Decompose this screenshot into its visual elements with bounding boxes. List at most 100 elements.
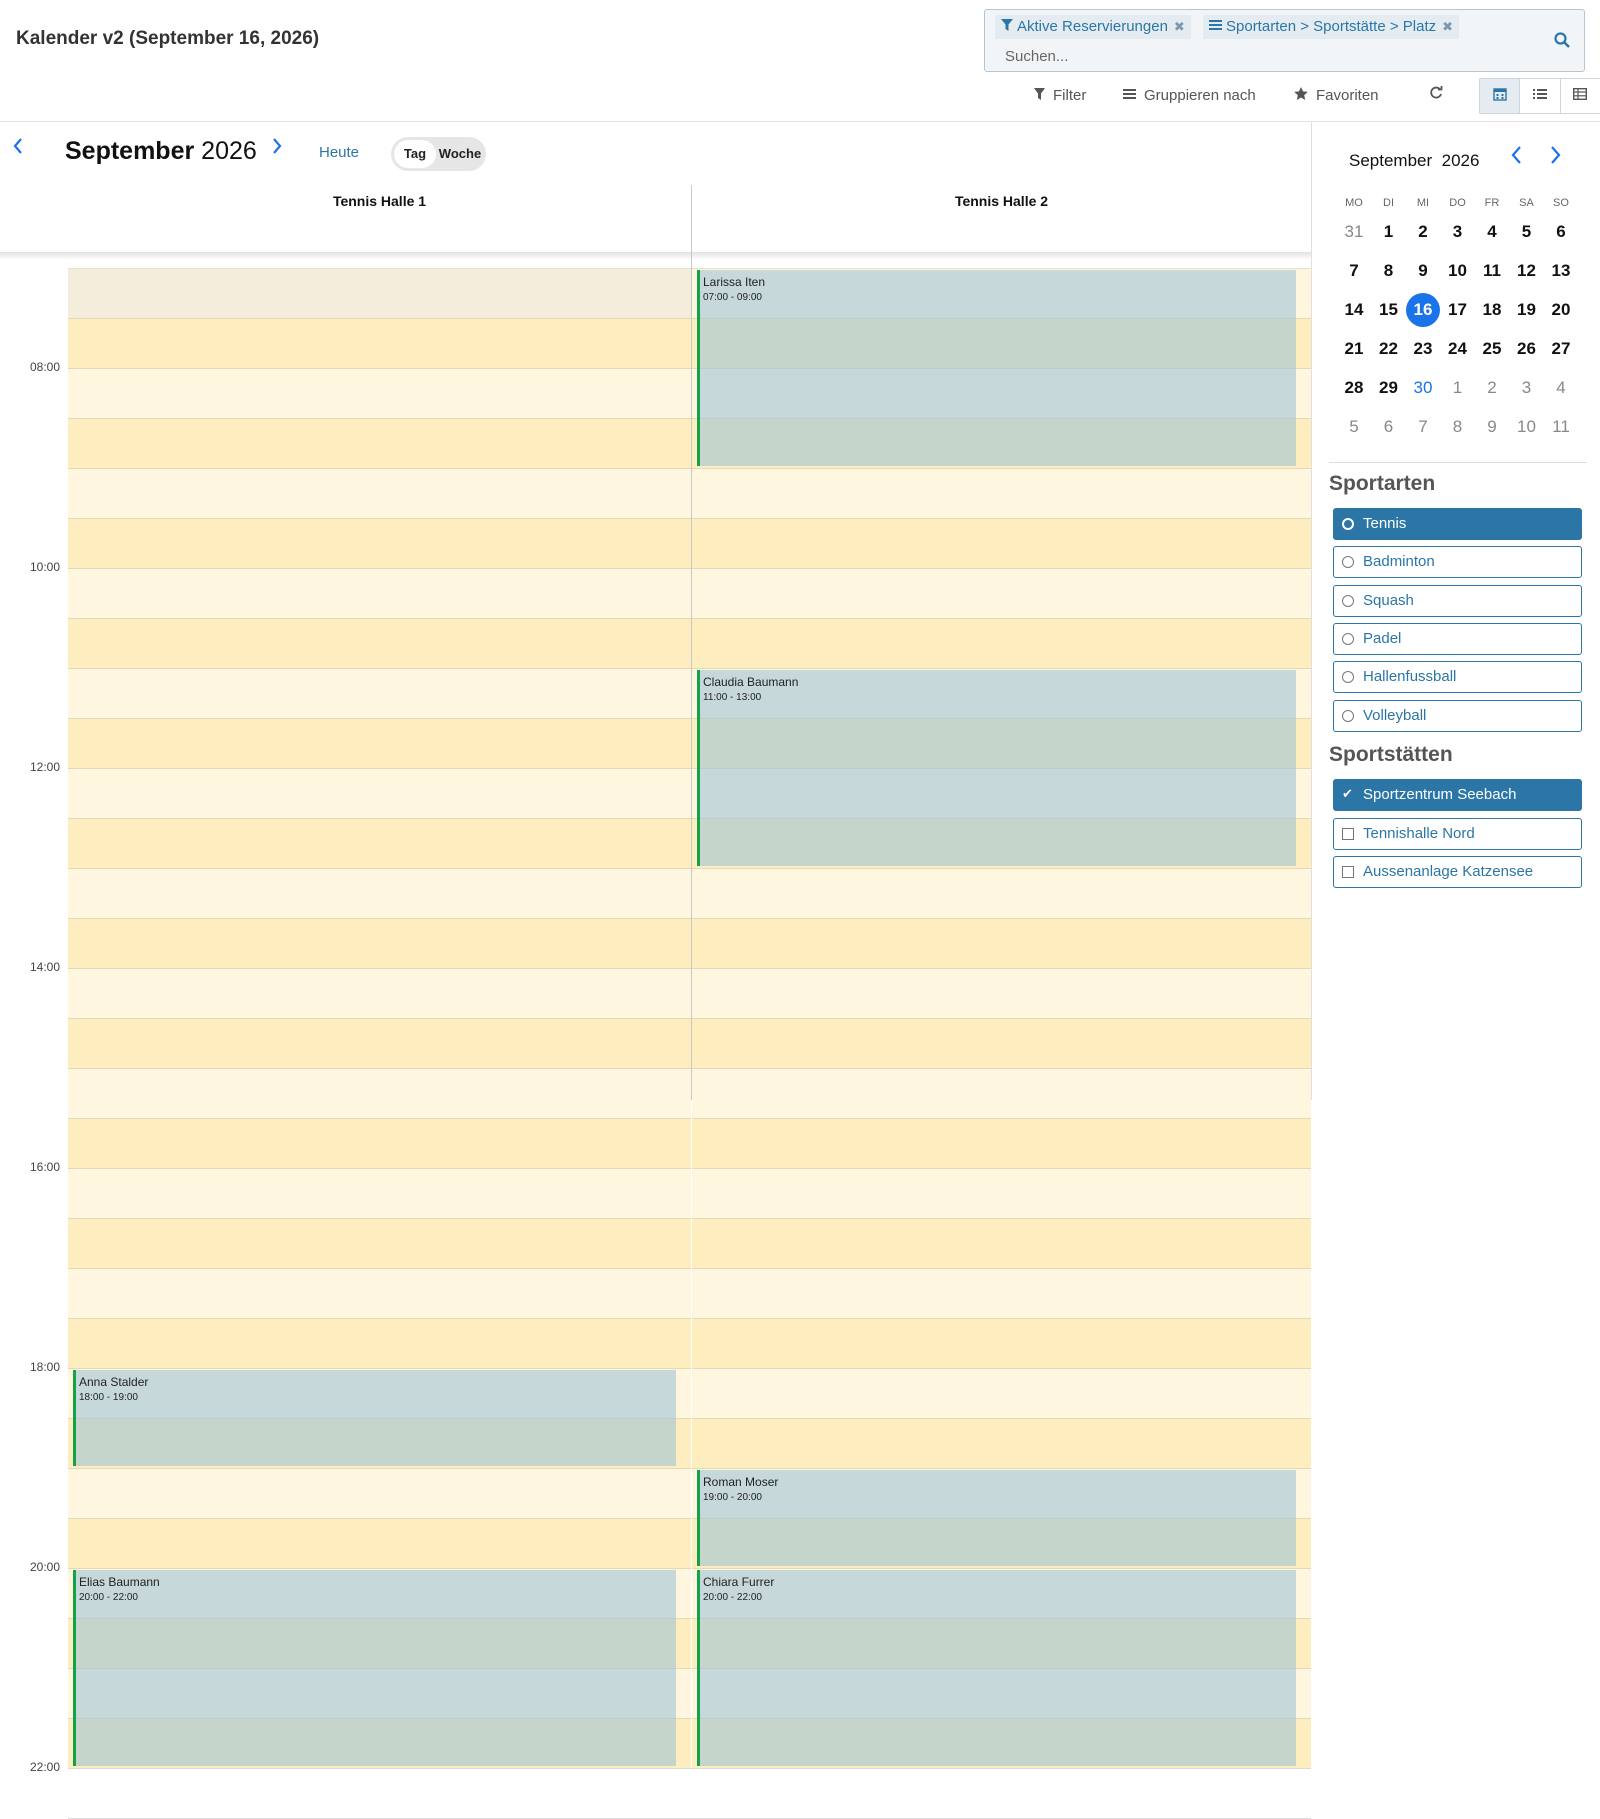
sportart-option[interactable]: Badminton bbox=[1333, 546, 1582, 579]
time-slot[interactable] bbox=[68, 268, 691, 318]
time-slot[interactable] bbox=[692, 1168, 1311, 1218]
time-slot[interactable] bbox=[692, 1018, 1311, 1068]
mini-calendar-day[interactable]: 8 bbox=[1372, 254, 1406, 288]
mini-calendar-day[interactable]: 6 bbox=[1372, 410, 1406, 444]
sportart-option[interactable]: Hallenfussball bbox=[1333, 661, 1582, 694]
mini-calendar-day[interactable]: 19 bbox=[1510, 293, 1544, 327]
sportstaette-option[interactable]: Tennishalle Nord bbox=[1333, 817, 1582, 850]
mini-calendar-day[interactable]: 4 bbox=[1475, 215, 1509, 249]
previous-arrow-icon[interactable] bbox=[13, 138, 29, 158]
mini-calendar-day[interactable]: 9 bbox=[1475, 410, 1509, 444]
mini-calendar-day[interactable]: 7 bbox=[1337, 254, 1371, 288]
event-card[interactable]: Roman Moser 19:00 - 20:00 bbox=[697, 1470, 1296, 1566]
time-slot[interactable] bbox=[692, 868, 1311, 918]
time-slot[interactable] bbox=[68, 318, 691, 368]
mini-calendar-day[interactable]: 3 bbox=[1510, 371, 1544, 405]
mini-calendar-day[interactable]: 2 bbox=[1475, 371, 1509, 405]
mini-calendar-day[interactable]: 9 bbox=[1406, 254, 1440, 288]
today-button[interactable]: Heute bbox=[319, 144, 359, 161]
event-card[interactable]: Claudia Baumann 11:00 - 13:00 bbox=[697, 670, 1296, 866]
time-slot[interactable] bbox=[68, 668, 691, 718]
time-slot[interactable] bbox=[68, 518, 691, 568]
mini-calendar-day[interactable]: 13 bbox=[1544, 254, 1578, 288]
mini-calendar-day[interactable]: 6 bbox=[1544, 215, 1578, 249]
time-slot[interactable] bbox=[692, 1368, 1311, 1418]
mini-calendar-day[interactable]: 30 bbox=[1406, 371, 1440, 405]
time-slot[interactable] bbox=[692, 918, 1311, 968]
sportstaette-option[interactable]: Aussenanlage Katzensee bbox=[1333, 856, 1582, 888]
time-slot[interactable] bbox=[68, 1118, 691, 1168]
time-slot[interactable] bbox=[68, 1468, 691, 1518]
close-icon[interactable]: ✖ bbox=[1442, 15, 1453, 39]
mini-calendar-day[interactable]: 5 bbox=[1510, 215, 1544, 249]
time-slot[interactable] bbox=[68, 718, 691, 768]
time-slot[interactable] bbox=[692, 1118, 1311, 1168]
mini-calendar-day[interactable]: 3 bbox=[1441, 215, 1475, 249]
time-slot[interactable] bbox=[68, 1018, 691, 1068]
time-slot[interactable] bbox=[692, 1418, 1311, 1468]
mini-calendar-day[interactable]: 11 bbox=[1475, 254, 1509, 288]
mini-calendar-day[interactable]: 31 bbox=[1337, 215, 1371, 249]
time-slot[interactable] bbox=[68, 418, 691, 468]
time-slot[interactable] bbox=[68, 1218, 691, 1268]
time-slot[interactable] bbox=[68, 818, 691, 868]
time-slot[interactable] bbox=[68, 568, 691, 618]
mini-calendar-day[interactable]: 18 bbox=[1475, 293, 1509, 327]
time-slot[interactable] bbox=[692, 1318, 1311, 1368]
sportart-option[interactable]: Padel bbox=[1333, 622, 1582, 655]
time-slot[interactable] bbox=[68, 1318, 691, 1368]
refresh-button[interactable] bbox=[1429, 84, 1443, 108]
time-slot[interactable] bbox=[68, 968, 691, 1018]
time-slot[interactable] bbox=[692, 518, 1311, 568]
next-arrow-icon[interactable] bbox=[272, 138, 288, 158]
time-slot[interactable] bbox=[68, 368, 691, 418]
time-slot[interactable] bbox=[68, 1068, 691, 1118]
time-slot[interactable] bbox=[68, 618, 691, 668]
event-card[interactable]: Anna Stalder 18:00 - 19:00 bbox=[73, 1370, 676, 1466]
search-input[interactable] bbox=[1005, 46, 1505, 66]
mini-calendar-day[interactable]: 12 bbox=[1510, 254, 1544, 288]
sportstaette-option[interactable]: ✔ Sportzentrum Seebach bbox=[1333, 779, 1582, 811]
sportart-option[interactable]: Squash bbox=[1333, 584, 1582, 617]
time-slot[interactable] bbox=[68, 468, 691, 518]
scale-day-button[interactable]: Tag bbox=[394, 140, 436, 168]
mini-calendar-day[interactable]: 7 bbox=[1406, 410, 1440, 444]
time-slot[interactable] bbox=[692, 568, 1311, 618]
mini-calendar-day[interactable]: 28 bbox=[1337, 371, 1371, 405]
search-icon[interactable] bbox=[1554, 32, 1574, 52]
mini-calendar-day[interactable]: 22 bbox=[1372, 332, 1406, 366]
mini-calendar-day[interactable]: 8 bbox=[1441, 410, 1475, 444]
event-card[interactable]: Larissa Iten 07:00 - 09:00 bbox=[697, 270, 1296, 466]
chevron-left-icon[interactable] bbox=[1510, 146, 1524, 166]
mini-calendar-day[interactable]: 2 bbox=[1406, 215, 1440, 249]
sportart-option[interactable]: Tennis bbox=[1333, 508, 1582, 540]
mini-calendar-day[interactable]: 29 bbox=[1372, 371, 1406, 405]
sportart-option[interactable]: Volleyball bbox=[1333, 699, 1582, 732]
event-card[interactable]: Elias Baumann 20:00 - 22:00 bbox=[73, 1570, 676, 1766]
mini-calendar-day[interactable]: 14 bbox=[1337, 293, 1371, 327]
mini-calendar-day[interactable]: 16 bbox=[1406, 293, 1440, 327]
time-slot[interactable] bbox=[68, 868, 691, 918]
mini-calendar-day[interactable]: 1 bbox=[1441, 371, 1475, 405]
close-icon[interactable]: ✖ bbox=[1174, 15, 1185, 39]
time-slot[interactable] bbox=[68, 768, 691, 818]
mini-calendar-day[interactable]: 17 bbox=[1441, 293, 1475, 327]
time-slot[interactable] bbox=[692, 468, 1311, 518]
pivot-view-button[interactable] bbox=[1561, 79, 1600, 113]
time-slot[interactable] bbox=[68, 1168, 691, 1218]
scale-week-button[interactable]: Woche bbox=[436, 140, 484, 168]
mini-calendar-day[interactable]: 1 bbox=[1372, 215, 1406, 249]
mini-calendar-day[interactable]: 11 bbox=[1544, 410, 1578, 444]
time-slot[interactable] bbox=[692, 1068, 1311, 1118]
facet-active-reservations[interactable]: Aktive Reservierungen ✖ bbox=[995, 15, 1191, 39]
mini-calendar-day[interactable]: 27 bbox=[1544, 332, 1578, 366]
mini-calendar-day[interactable]: 25 bbox=[1475, 332, 1509, 366]
event-card[interactable]: Chiara Furrer 20:00 - 22:00 bbox=[697, 1570, 1296, 1766]
calendar-view-button[interactable] bbox=[1480, 79, 1521, 113]
time-slot[interactable] bbox=[68, 1268, 691, 1318]
time-slot[interactable] bbox=[692, 1268, 1311, 1318]
mini-calendar-day[interactable]: 26 bbox=[1510, 332, 1544, 366]
list-view-button[interactable] bbox=[1520, 79, 1561, 113]
filter-button[interactable]: Filter bbox=[1034, 84, 1086, 108]
mini-calendar-day[interactable]: 4 bbox=[1544, 371, 1578, 405]
